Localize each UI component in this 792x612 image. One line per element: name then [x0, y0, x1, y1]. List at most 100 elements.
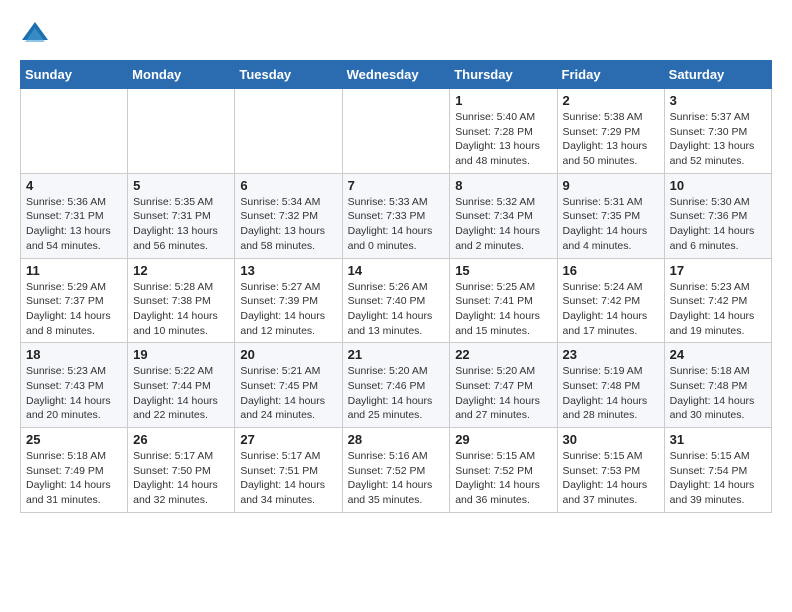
- calendar-cell: 2 Sunrise: 5:38 AMSunset: 7:29 PMDaylight…: [557, 89, 664, 174]
- calendar-cell: 31 Sunrise: 5:15 AMSunset: 7:54 PMDayligh…: [664, 428, 771, 513]
- day-info: Sunrise: 5:23 AMSunset: 7:42 PMDaylight:…: [670, 280, 766, 339]
- calendar-cell: [21, 89, 128, 174]
- day-number: 13: [240, 263, 336, 278]
- day-number: 17: [670, 263, 766, 278]
- column-header-tuesday: Tuesday: [235, 61, 342, 89]
- day-info: Sunrise: 5:26 AMSunset: 7:40 PMDaylight:…: [348, 280, 445, 339]
- day-info: Sunrise: 5:15 AMSunset: 7:53 PMDaylight:…: [563, 449, 659, 508]
- day-number: 8: [455, 178, 551, 193]
- day-info: Sunrise: 5:34 AMSunset: 7:32 PMDaylight:…: [240, 195, 336, 254]
- day-number: 1: [455, 93, 551, 108]
- day-info: Sunrise: 5:40 AMSunset: 7:28 PMDaylight:…: [455, 110, 551, 169]
- day-info: Sunrise: 5:15 AMSunset: 7:52 PMDaylight:…: [455, 449, 551, 508]
- day-info: Sunrise: 5:27 AMSunset: 7:39 PMDaylight:…: [240, 280, 336, 339]
- calendar-cell: 3 Sunrise: 5:37 AMSunset: 7:30 PMDaylight…: [664, 89, 771, 174]
- calendar-header: SundayMondayTuesdayWednesdayThursdayFrid…: [21, 61, 772, 89]
- day-number: 3: [670, 93, 766, 108]
- column-header-friday: Friday: [557, 61, 664, 89]
- day-number: 23: [563, 347, 659, 362]
- calendar-cell: [235, 89, 342, 174]
- day-number: 20: [240, 347, 336, 362]
- calendar-cell: 28Sunrise: 5:16 AMSunset: 7:52 PMDayligh…: [342, 428, 450, 513]
- calendar-cell: [342, 89, 450, 174]
- day-info: Sunrise: 5:22 AMSunset: 7:44 PMDaylight:…: [133, 364, 229, 423]
- day-info: Sunrise: 5:33 AMSunset: 7:33 PMDaylight:…: [348, 195, 445, 254]
- day-number: 30: [563, 432, 659, 447]
- calendar-cell: 12 Sunrise: 5:28 AMSunset: 7:38 PMDayligh…: [128, 258, 235, 343]
- day-info: Sunrise: 5:29 AMSunset: 7:37 PMDaylight:…: [26, 280, 122, 339]
- calendar-cell: 17 Sunrise: 5:23 AMSunset: 7:42 PMDayligh…: [664, 258, 771, 343]
- day-number: 2: [563, 93, 659, 108]
- calendar-cell: 5Sunrise: 5:35 AMSunset: 7:31 PMDaylight…: [128, 173, 235, 258]
- calendar-cell: 8 Sunrise: 5:32 AMSunset: 7:34 PMDaylight…: [450, 173, 557, 258]
- calendar-cell: 21Sunrise: 5:20 AMSunset: 7:46 PMDayligh…: [342, 343, 450, 428]
- calendar-cell: 4Sunrise: 5:36 AMSunset: 7:31 PMDaylight…: [21, 173, 128, 258]
- page-header: [20, 20, 772, 50]
- day-number: 24: [670, 347, 766, 362]
- calendar-cell: 19 Sunrise: 5:22 AMSunset: 7:44 PMDayligh…: [128, 343, 235, 428]
- calendar-cell: 29 Sunrise: 5:15 AMSunset: 7:52 PMDayligh…: [450, 428, 557, 513]
- day-info: Sunrise: 5:37 AMSunset: 7:30 PMDaylight:…: [670, 110, 766, 169]
- calendar-cell: 15 Sunrise: 5:25 AMSunset: 7:41 PMDayligh…: [450, 258, 557, 343]
- day-info: Sunrise: 5:38 AMSunset: 7:29 PMDaylight:…: [563, 110, 659, 169]
- day-info: Sunrise: 5:28 AMSunset: 7:38 PMDaylight:…: [133, 280, 229, 339]
- day-number: 15: [455, 263, 551, 278]
- logo: [20, 20, 54, 50]
- calendar-cell: [128, 89, 235, 174]
- day-info: Sunrise: 5:20 AMSunset: 7:47 PMDaylight:…: [455, 364, 551, 423]
- logo-icon: [20, 20, 50, 50]
- day-number: 16: [563, 263, 659, 278]
- day-info: Sunrise: 5:30 AMSunset: 7:36 PMDaylight:…: [670, 195, 766, 254]
- day-info: Sunrise: 5:25 AMSunset: 7:41 PMDaylight:…: [455, 280, 551, 339]
- day-number: 10: [670, 178, 766, 193]
- day-number: 26: [133, 432, 229, 447]
- day-number: 9: [563, 178, 659, 193]
- calendar-cell: 24 Sunrise: 5:18 AMSunset: 7:48 PMDayligh…: [664, 343, 771, 428]
- day-info: Sunrise: 5:32 AMSunset: 7:34 PMDaylight:…: [455, 195, 551, 254]
- day-info: Sunrise: 5:17 AMSunset: 7:50 PMDaylight:…: [133, 449, 229, 508]
- calendar-cell: 30 Sunrise: 5:15 AMSunset: 7:53 PMDayligh…: [557, 428, 664, 513]
- day-info: Sunrise: 5:15 AMSunset: 7:54 PMDaylight:…: [670, 449, 766, 508]
- column-header-thursday: Thursday: [450, 61, 557, 89]
- day-number: 7: [348, 178, 445, 193]
- calendar-cell: 18 Sunrise: 5:23 AMSunset: 7:43 PMDayligh…: [21, 343, 128, 428]
- day-number: 21: [348, 347, 445, 362]
- day-number: 11: [26, 263, 122, 278]
- column-header-wednesday: Wednesday: [342, 61, 450, 89]
- day-info: Sunrise: 5:31 AMSunset: 7:35 PMDaylight:…: [563, 195, 659, 254]
- day-info: Sunrise: 5:24 AMSunset: 7:42 PMDaylight:…: [563, 280, 659, 339]
- calendar-cell: 13 Sunrise: 5:27 AMSunset: 7:39 PMDayligh…: [235, 258, 342, 343]
- calendar-cell: 11 Sunrise: 5:29 AMSunset: 7:37 PMDayligh…: [21, 258, 128, 343]
- calendar-cell: 7 Sunrise: 5:33 AMSunset: 7:33 PMDaylight…: [342, 173, 450, 258]
- day-number: 14: [348, 263, 445, 278]
- day-number: 12: [133, 263, 229, 278]
- column-header-monday: Monday: [128, 61, 235, 89]
- day-info: Sunrise: 5:19 AMSunset: 7:48 PMDaylight:…: [563, 364, 659, 423]
- calendar-cell: 25Sunrise: 5:18 AMSunset: 7:49 PMDayligh…: [21, 428, 128, 513]
- day-info: Sunrise: 5:21 AMSunset: 7:45 PMDaylight:…: [240, 364, 336, 423]
- day-number: 6: [240, 178, 336, 193]
- day-number: 18: [26, 347, 122, 362]
- day-number: 22: [455, 347, 551, 362]
- day-info: Sunrise: 5:16 AMSunset: 7:52 PMDaylight:…: [348, 449, 445, 508]
- day-info: Sunrise: 5:18 AMSunset: 7:48 PMDaylight:…: [670, 364, 766, 423]
- calendar-cell: 22 Sunrise: 5:20 AMSunset: 7:47 PMDayligh…: [450, 343, 557, 428]
- day-number: 27: [240, 432, 336, 447]
- calendar-table: SundayMondayTuesdayWednesdayThursdayFrid…: [20, 60, 772, 513]
- day-info: Sunrise: 5:17 AMSunset: 7:51 PMDaylight:…: [240, 449, 336, 508]
- calendar-cell: 6 Sunrise: 5:34 AMSunset: 7:32 PMDaylight…: [235, 173, 342, 258]
- calendar-cell: 1 Sunrise: 5:40 AMSunset: 7:28 PMDaylight…: [450, 89, 557, 174]
- day-number: 19: [133, 347, 229, 362]
- column-header-saturday: Saturday: [664, 61, 771, 89]
- day-number: 5: [133, 178, 229, 193]
- calendar-cell: 20 Sunrise: 5:21 AMSunset: 7:45 PMDayligh…: [235, 343, 342, 428]
- day-number: 4: [26, 178, 122, 193]
- calendar-cell: 10 Sunrise: 5:30 AMSunset: 7:36 PMDayligh…: [664, 173, 771, 258]
- day-info: Sunrise: 5:23 AMSunset: 7:43 PMDaylight:…: [26, 364, 122, 423]
- day-number: 29: [455, 432, 551, 447]
- calendar-cell: 27 Sunrise: 5:17 AMSunset: 7:51 PMDayligh…: [235, 428, 342, 513]
- calendar-cell: 26 Sunrise: 5:17 AMSunset: 7:50 PMDayligh…: [128, 428, 235, 513]
- calendar-cell: 23 Sunrise: 5:19 AMSunset: 7:48 PMDayligh…: [557, 343, 664, 428]
- column-header-sunday: Sunday: [21, 61, 128, 89]
- day-number: 31: [670, 432, 766, 447]
